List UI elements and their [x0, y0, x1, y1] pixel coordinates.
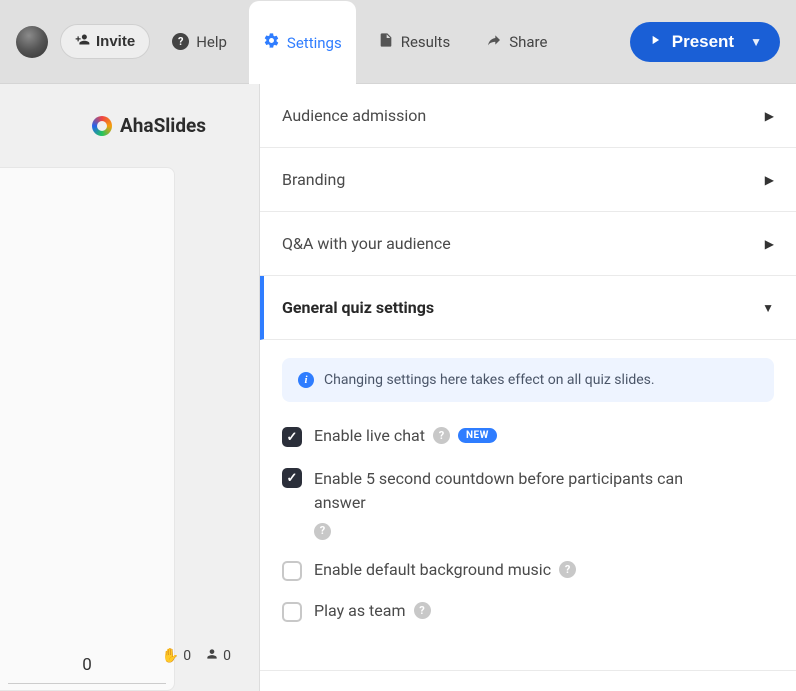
tab-label: Share	[509, 33, 547, 51]
invite-button[interactable]: Invite	[60, 24, 150, 59]
section-title: Q&A with your audience	[282, 234, 451, 253]
chevron-down-icon: ▼	[750, 35, 762, 49]
people-stat: 0	[205, 647, 231, 665]
section-qa[interactable]: Q&A with your audience ▶	[260, 212, 796, 276]
chevron-right-icon: ▶	[765, 237, 774, 251]
checkbox-live-chat[interactable]	[282, 427, 302, 447]
section-language[interactable]: Language ▶	[260, 671, 796, 691]
option-team: Play as team ?	[282, 601, 774, 622]
tab-label: Results	[401, 33, 451, 51]
invite-label: Invite	[96, 33, 135, 50]
info-box: i Changing settings here takes effect on…	[282, 358, 774, 402]
hands-stat: ✋ 0	[162, 647, 191, 665]
tab-results[interactable]: Results	[364, 0, 465, 84]
tab-settings[interactable]: Settings	[249, 1, 356, 85]
help-nav[interactable]: ? Help	[158, 0, 241, 84]
checkbox-team[interactable]	[282, 602, 302, 622]
present-label: Present	[672, 32, 734, 52]
tab-label: Settings	[287, 34, 342, 52]
section-audience-admission[interactable]: Audience admission ▶	[260, 84, 796, 148]
info-text: Changing settings here takes effect on a…	[324, 372, 655, 388]
settings-panel: Audience admission ▶ Branding ▶ Q&A with…	[260, 84, 796, 691]
avatar[interactable]	[16, 26, 48, 58]
option-bg-music: Enable default background music ?	[282, 560, 774, 581]
help-tooltip-icon[interactable]: ?	[559, 561, 576, 578]
hand-icon: ✋	[162, 648, 179, 664]
footer-stats: ✋ 0 0	[162, 647, 231, 665]
brand-name: AhaSlides	[120, 114, 206, 137]
play-icon	[648, 32, 662, 52]
gear-icon	[263, 32, 280, 53]
option-label: Enable default background music	[314, 560, 551, 579]
section-general-quiz-body: i Changing settings here takes effect on…	[260, 340, 796, 671]
help-icon: ?	[172, 33, 189, 50]
tab-share[interactable]: Share	[472, 0, 561, 84]
slide-panel: 0	[0, 167, 175, 691]
section-general-quiz[interactable]: General quiz settings ▼	[260, 276, 796, 340]
person-plus-icon	[75, 32, 90, 51]
help-tooltip-icon[interactable]: ?	[433, 427, 450, 444]
help-tooltip-icon[interactable]: ?	[314, 523, 331, 540]
sidebar: AhaSlides 0 ✋ 0 0	[0, 84, 260, 691]
share-icon	[486, 32, 502, 52]
option-countdown: Enable 5 second countdown before partici…	[282, 467, 774, 540]
document-icon	[378, 32, 394, 52]
new-badge: NEW	[458, 428, 497, 443]
section-title: Audience admission	[282, 106, 426, 125]
checkbox-countdown[interactable]	[282, 468, 302, 488]
slide-count: 0	[8, 655, 166, 684]
content: AhaSlides 0 ✋ 0 0 Audience admission ▶ B…	[0, 84, 796, 691]
topbar: Invite ? Help Settings Results Share Pre…	[0, 0, 796, 84]
brand-logo-icon	[92, 116, 112, 136]
option-label: Enable 5 second countdown before partici…	[314, 467, 714, 515]
help-tooltip-icon[interactable]: ?	[414, 602, 431, 619]
section-title: Branding	[282, 170, 345, 189]
section-branding[interactable]: Branding ▶	[260, 148, 796, 212]
brand: AhaSlides	[0, 84, 259, 157]
info-icon: i	[298, 372, 314, 388]
chevron-right-icon: ▶	[765, 109, 774, 123]
present-button[interactable]: Present ▼	[630, 22, 780, 62]
option-label: Enable live chat	[314, 426, 425, 445]
checkbox-bg-music[interactable]	[282, 561, 302, 581]
chevron-down-icon: ▼	[762, 301, 774, 315]
person-icon	[205, 647, 219, 665]
help-label: Help	[196, 33, 227, 51]
option-live-chat: Enable live chat ? NEW	[282, 426, 774, 447]
section-title: General quiz settings	[282, 298, 434, 317]
chevron-right-icon: ▶	[765, 173, 774, 187]
option-label: Play as team	[314, 601, 406, 620]
